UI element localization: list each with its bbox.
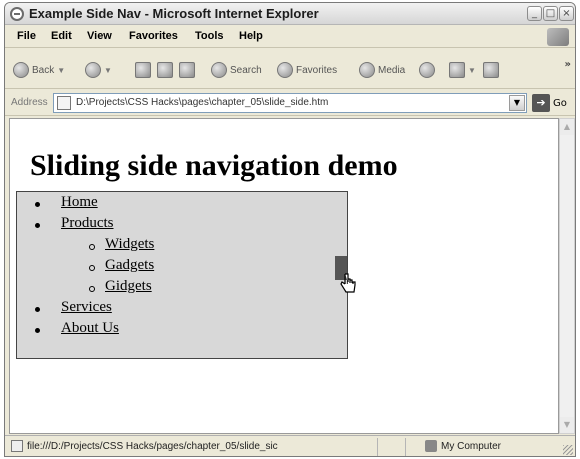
print-icon (483, 62, 499, 78)
favorites-button[interactable]: Favorites (277, 61, 337, 79)
hollow-bullet-icon (89, 286, 95, 292)
home-icon (179, 62, 195, 78)
stop-icon (135, 62, 151, 78)
vertical-scrollbar[interactable]: ▲ ▼ (559, 118, 575, 434)
stop-button[interactable] (135, 61, 151, 79)
back-button[interactable]: Back ▼ (13, 61, 65, 79)
close-button[interactable]: × (559, 6, 574, 21)
chevron-down-icon: ▼ (468, 65, 476, 75)
nav-link-home[interactable]: Home (61, 194, 98, 211)
hollow-bullet-icon (89, 265, 95, 271)
bullet-icon (35, 223, 40, 228)
security-zone-label: My Computer (441, 441, 502, 452)
page-status-icon (11, 440, 23, 452)
mail-icon (449, 62, 465, 78)
forward-arrow-icon (85, 62, 101, 78)
forward-button[interactable]: ▼ (85, 61, 112, 79)
menu-help[interactable]: Help (239, 30, 263, 42)
home-button[interactable] (179, 61, 195, 79)
nav-link-widgets[interactable]: Widgets (105, 236, 154, 253)
nav-link-about-us[interactable]: About Us (61, 320, 119, 337)
side-navigation-panel: Home Products Widgets Gadgets Gidgets Se… (16, 191, 356, 359)
go-label: Go (553, 97, 567, 109)
address-bar: Address D:\Projects\CSS Hacks\pages\chap… (5, 90, 575, 116)
computer-zone-icon (425, 440, 437, 452)
refresh-icon (157, 62, 173, 78)
media-button[interactable]: Media (359, 61, 405, 79)
favorites-label: Favorites (296, 64, 338, 76)
chevron-down-icon: ▼ (104, 65, 112, 75)
title-bar: Example Side Nav - Microsoft Internet Ex… (5, 3, 575, 25)
back-arrow-icon (13, 62, 29, 78)
windows-logo-icon (547, 28, 569, 46)
menu-tools[interactable]: Tools (195, 30, 224, 42)
star-icon (277, 62, 293, 78)
minimize-button[interactable]: _ (527, 6, 542, 21)
page-title: Sliding side navigation demo (30, 149, 398, 182)
search-button[interactable]: Search (211, 61, 262, 79)
go-arrow-icon: ➔ (532, 94, 550, 112)
print-button[interactable] (483, 61, 499, 79)
media-label: Media (378, 64, 406, 76)
search-label: Search (230, 64, 262, 76)
bullet-icon (35, 307, 40, 312)
address-input[interactable]: D:\Projects\CSS Hacks\pages\chapter_05\s… (53, 93, 527, 113)
toolbar: Back ▼ ▼ Search Favorites Media ▼ » (5, 49, 575, 89)
nav-link-services[interactable]: Services (61, 299, 112, 316)
nav-link-products[interactable]: Products (61, 215, 114, 232)
go-button[interactable]: ➔ Go (532, 94, 567, 112)
nav-link-gidgets[interactable]: Gidgets (105, 278, 152, 295)
refresh-button[interactable] (157, 61, 173, 79)
status-divider (405, 438, 406, 456)
status-text: file:///D:/Projects/CSS Hacks/pages/chap… (27, 441, 278, 452)
bullet-icon (35, 202, 40, 207)
address-label: Address (11, 97, 48, 108)
chevron-down-icon: ▼ (57, 65, 66, 75)
menu-favorites[interactable]: Favorites (129, 30, 178, 42)
address-dropdown-button[interactable]: ▼ (509, 95, 525, 111)
page-icon (57, 96, 71, 110)
page-content: Sliding side navigation demo Home Produc… (9, 118, 559, 434)
mail-button[interactable]: ▼ (449, 61, 476, 79)
nav-link-gadgets[interactable]: Gadgets (105, 257, 154, 274)
menu-file[interactable]: File (17, 30, 36, 42)
toolbar-overflow-button[interactable]: » (565, 59, 571, 70)
menu-view[interactable]: View (87, 30, 112, 42)
scroll-up-button[interactable]: ▲ (560, 119, 574, 135)
hollow-bullet-icon (89, 244, 95, 250)
maximize-button[interactable]: □ (543, 6, 558, 21)
browser-window: Example Side Nav - Microsoft Internet Ex… (4, 2, 576, 457)
menu-bar: File Edit View Favorites Tools Help (5, 26, 575, 48)
status-bar: file:///D:/Projects/CSS Hacks/pages/chap… (5, 435, 575, 456)
resize-grip-icon[interactable] (563, 445, 573, 455)
history-button[interactable] (419, 61, 435, 79)
scroll-down-button[interactable]: ▼ (560, 417, 574, 433)
media-icon (359, 62, 375, 78)
back-label: Back (32, 64, 55, 76)
status-divider (377, 438, 378, 456)
bullet-icon (35, 328, 40, 333)
ie-app-icon (10, 7, 24, 21)
window-title: Example Side Nav - Microsoft Internet Ex… (29, 6, 319, 21)
address-url: D:\Projects\CSS Hacks\pages\chapter_05\s… (76, 97, 329, 108)
hand-cursor-icon (340, 273, 356, 293)
menu-edit[interactable]: Edit (51, 30, 72, 42)
history-icon (419, 62, 435, 78)
search-icon (211, 62, 227, 78)
